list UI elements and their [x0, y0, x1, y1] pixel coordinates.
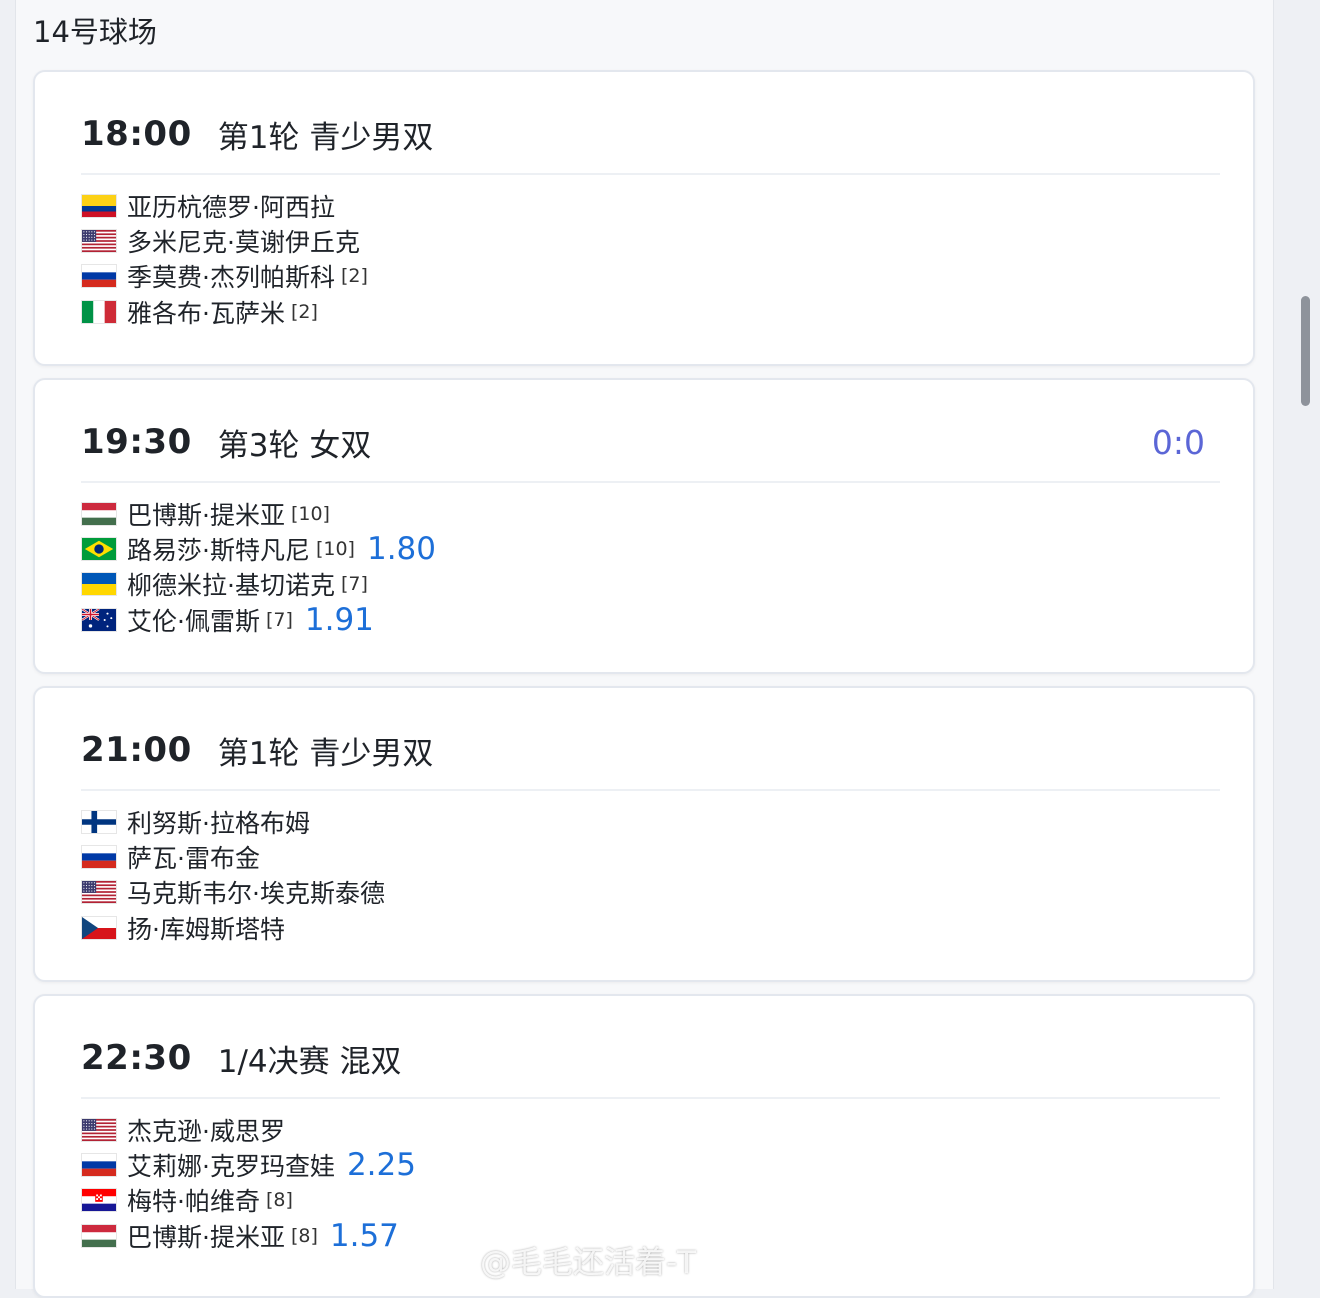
player-name: 柳德米拉·基切诺克	[127, 571, 335, 601]
event-label: 青少男双	[309, 119, 434, 156]
flag-hungary-icon	[81, 501, 117, 526]
flag-russia-icon	[81, 844, 117, 869]
player-row: 梅特·帕维奇 [8]	[81, 1183, 416, 1218]
match-round: 第3轮 女双	[218, 420, 372, 465]
player-name: 马克斯韦尔·埃克斯泰德	[127, 879, 385, 909]
player-name: 艾莉娜·克罗玛查娃	[127, 1151, 335, 1181]
players-list: 巴博斯·提米亚 [10] 路易莎·斯特凡尼 [10] 1.80 柳德米拉·基切诺克 [7] 艾…	[81, 496, 436, 638]
player-odds[interactable]: 2.25	[347, 1147, 416, 1183]
players-list: 杰克逊·威思罗 艾莉娜·克罗玛查娃 2.25 梅特·帕维奇 [8] 巴博斯·提米亚 [8] 1…	[81, 1112, 416, 1254]
player-row: 路易莎·斯特凡尼 [10] 1.80	[81, 531, 436, 567]
player-seed: [7]	[265, 608, 293, 631]
flag-finland-icon	[81, 809, 117, 834]
match-card[interactable]: 19:30 第3轮 女双 0:0 巴博斯·提米亚 [10] 路易莎·斯特凡尼 [10] 1.8…	[33, 378, 1255, 674]
match-time: 19:30	[81, 422, 192, 462]
player-row: 巴博斯·提米亚 [10]	[81, 496, 436, 531]
player-name: 梅特·帕维奇	[127, 1187, 260, 1217]
player-name: 雅各布·瓦萨米	[127, 298, 285, 328]
player-name: 亚历杭德罗·阿西拉	[127, 192, 335, 222]
divider	[81, 173, 1220, 175]
match-header: 21:00 第1轮 青少男双	[81, 726, 1205, 774]
flag-croatia-icon	[81, 1188, 117, 1213]
player-name: 多米尼克·莫谢伊丘克	[127, 227, 360, 257]
flag-czech-icon	[81, 915, 117, 940]
flag-usa-icon	[81, 880, 117, 905]
flag-italy-icon	[81, 299, 117, 324]
player-name: 巴博斯·提米亚	[127, 500, 285, 530]
player-name: 扬·库姆斯塔特	[127, 914, 285, 944]
flag-usa-icon	[81, 1117, 117, 1142]
match-card[interactable]: 21:00 第1轮 青少男双利努斯·拉格布姆 萨瓦·雷布金马克斯韦尔·埃克斯泰德 扬·…	[33, 686, 1255, 982]
player-row: 巴博斯·提米亚 [8] 1.57	[81, 1218, 416, 1254]
event-label: 混双	[339, 1043, 402, 1080]
flag-australia-icon	[81, 607, 117, 632]
weibo-logo-icon	[428, 1245, 473, 1277]
match-header: 19:30 第3轮 女双 0:0	[81, 418, 1205, 466]
match-round: 1/4决赛 混双	[218, 1036, 402, 1081]
player-row: 马克斯韦尔·埃克斯泰德	[81, 875, 385, 910]
player-odds[interactable]: 1.91	[305, 602, 374, 638]
match-time: 21:00	[81, 730, 192, 770]
flag-hungary-icon	[81, 1223, 117, 1248]
round-label: 第1轮	[217, 735, 300, 772]
player-row: 亚历杭德罗·阿西拉	[81, 188, 368, 223]
player-row: 雅各布·瓦萨米 [2]	[81, 294, 368, 329]
watermark: @毛毛还活着-T	[428, 1238, 697, 1281]
match-round: 第1轮 青少男双	[218, 728, 434, 773]
match-header: 22:30 1/4决赛 混双	[81, 1034, 1205, 1082]
player-row: 艾莉娜·克罗玛查娃 2.25	[81, 1147, 416, 1183]
match-score: 0:0	[1151, 422, 1205, 462]
flag-brazil-icon	[81, 536, 117, 561]
player-seed: [8]	[290, 1224, 318, 1247]
scrollbar-thumb[interactable]	[1301, 296, 1310, 406]
watermark-text: @毛毛还活着-T	[480, 1244, 697, 1281]
player-name: 路易莎·斯特凡尼	[127, 535, 310, 565]
players-list: 亚历杭德罗·阿西拉 多米尼克·莫谢伊丘克 季莫费·杰列帕斯科 [2] 雅各布·瓦萨米 [2…	[81, 188, 368, 329]
player-seed: [10]	[315, 537, 355, 560]
players-list: 利努斯·拉格布姆 萨瓦·雷布金马克斯韦尔·埃克斯泰德 扬·库姆斯塔特	[81, 804, 385, 945]
match-round: 第1轮 青少男双	[218, 112, 434, 157]
player-row: 利努斯·拉格布姆	[81, 804, 385, 839]
match-header: 18:00 第1轮 青少男双	[81, 110, 1205, 158]
player-seed: [2]	[290, 300, 318, 323]
player-row: 柳德米拉·基切诺克 [7]	[81, 567, 436, 602]
event-label: 女双	[309, 427, 372, 464]
player-row: 艾伦·佩雷斯 [7] 1.91	[81, 602, 436, 638]
player-seed: [7]	[340, 573, 368, 596]
divider	[81, 789, 1220, 791]
player-name: 艾伦·佩雷斯	[127, 606, 260, 636]
divider	[81, 481, 1220, 483]
player-seed: [2]	[340, 265, 368, 288]
match-time: 18:00	[81, 114, 192, 154]
player-name: 季莫费·杰列帕斯科	[127, 263, 335, 293]
player-odds[interactable]: 1.80	[367, 531, 436, 567]
player-row: 多米尼克·莫谢伊丘克	[81, 223, 368, 258]
round-label: 1/4决赛	[217, 1043, 330, 1080]
flag-colombia-icon	[81, 193, 117, 218]
round-label: 第3轮	[217, 427, 300, 464]
player-seed: [8]	[265, 1189, 293, 1212]
player-row: 季莫费·杰列帕斯科 [2]	[81, 259, 368, 294]
player-row: 扬·库姆斯塔特	[81, 910, 385, 945]
player-seed: [10]	[290, 502, 330, 525]
event-label: 青少男双	[309, 735, 434, 772]
player-name: 杰克逊·威思罗	[127, 1116, 285, 1146]
round-label: 第1轮	[217, 119, 300, 156]
flag-usa-icon	[81, 228, 117, 253]
court-title: 14号球场	[33, 15, 157, 49]
player-row: 萨瓦·雷布金	[81, 839, 385, 874]
player-row: 杰克逊·威思罗	[81, 1112, 416, 1147]
player-odds[interactable]: 1.57	[330, 1218, 399, 1254]
match-card[interactable]: 18:00 第1轮 青少男双亚历杭德罗·阿西拉 多米尼克·莫谢伊丘克 季莫费·杰列帕斯…	[33, 70, 1255, 366]
flag-russia-icon	[81, 264, 117, 289]
match-time: 22:30	[81, 1038, 192, 1078]
divider	[81, 1097, 1220, 1099]
flag-ukraine-icon	[81, 572, 117, 597]
flag-russia-icon	[81, 1152, 117, 1177]
player-name: 利努斯·拉格布姆	[127, 808, 310, 838]
player-name: 巴博斯·提米亚	[127, 1222, 285, 1252]
player-name: 萨瓦·雷布金	[127, 843, 260, 873]
